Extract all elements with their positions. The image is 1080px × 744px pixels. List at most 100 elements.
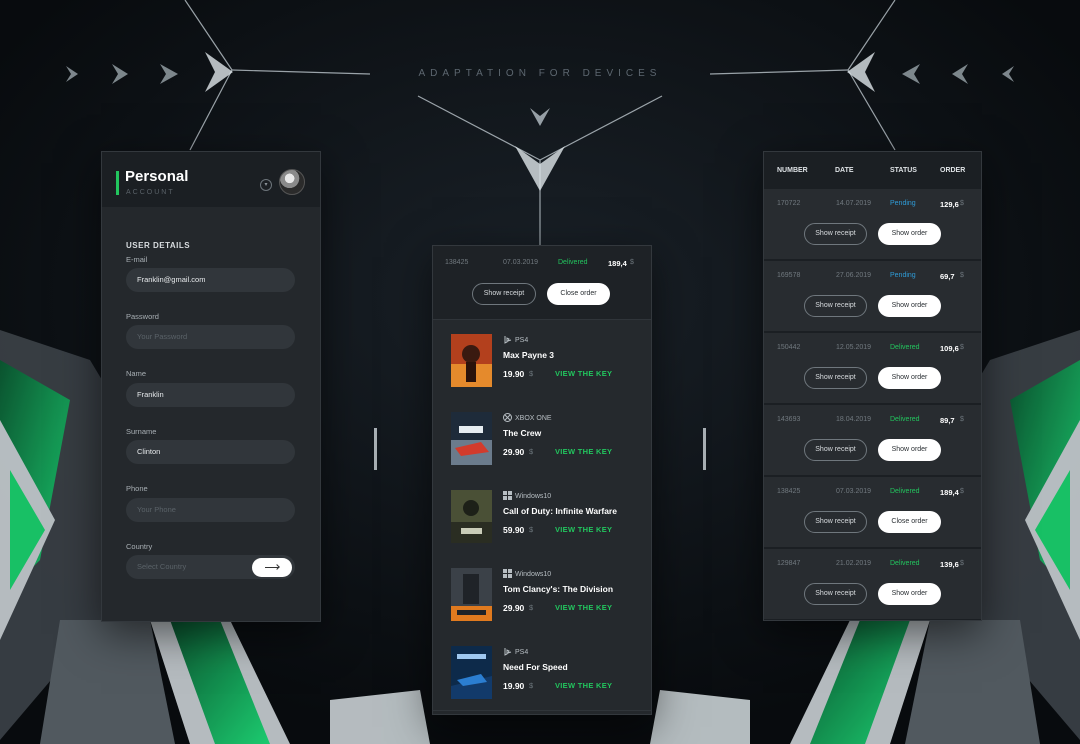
status-badge: Pending bbox=[890, 200, 916, 207]
game-item: Windows10 Tom Clancy's: The Division 29.… bbox=[433, 554, 651, 633]
xbox-icon bbox=[503, 413, 512, 422]
email-label: E-mail bbox=[126, 255, 148, 264]
game-price: 19.90 bbox=[503, 681, 525, 691]
order-amount: 189,4 bbox=[608, 259, 627, 268]
order-amount: 69,7 bbox=[940, 272, 955, 281]
table-row: 169578 27.06.2019 Pending 69,7 $ Show receipt… bbox=[764, 261, 981, 333]
game-cover bbox=[451, 646, 492, 699]
game-currency: $ bbox=[529, 603, 534, 612]
avatar[interactable] bbox=[279, 169, 305, 195]
panel-title: Personal bbox=[125, 168, 189, 185]
windows-icon bbox=[503, 569, 512, 578]
show-receipt-button[interactable]: Show receipt bbox=[804, 583, 867, 605]
order-summary: 138425 07.03.2019 Delivered 189,4 $ Show… bbox=[433, 246, 651, 320]
playstation-icon bbox=[504, 648, 512, 656]
surname-field[interactable]: Clinton bbox=[126, 440, 295, 464]
view-key-link[interactable]: VIEW THE KEY bbox=[555, 525, 612, 534]
status-badge: Delivered bbox=[890, 344, 920, 351]
show-receipt-button[interactable]: Show receipt bbox=[804, 511, 867, 533]
order-number: 129847 bbox=[777, 560, 801, 567]
game-title: Need For Speed bbox=[503, 662, 568, 672]
close-order-button[interactable]: Close order bbox=[878, 511, 941, 533]
platform-label: Windows10 bbox=[515, 571, 552, 578]
personal-account-panel: Personal ACCOUNT ▾ USER DETAILS E-mail F… bbox=[101, 151, 321, 622]
orders-panel: NUMBER DATE STATUS ORDER 170722 14.07.201… bbox=[763, 151, 982, 621]
arrow-right-icon[interactable] bbox=[252, 558, 292, 577]
status-badge: Pending bbox=[890, 272, 916, 279]
game-cover bbox=[451, 490, 492, 543]
windows-icon bbox=[503, 491, 512, 500]
view-key-link[interactable]: VIEW THE KEY bbox=[555, 603, 612, 612]
order-amount: 109,6 bbox=[940, 344, 959, 353]
order-number: 138425 bbox=[445, 259, 469, 266]
order-date: 14.07.2019 bbox=[836, 200, 872, 207]
order-amount: 189,4 bbox=[940, 488, 959, 497]
game-cover bbox=[451, 568, 492, 621]
show-order-button[interactable]: Show order bbox=[878, 223, 941, 245]
platform: Windows10 bbox=[503, 491, 551, 500]
game-currency: $ bbox=[529, 681, 534, 690]
order-number: 169578 bbox=[777, 272, 801, 279]
order-currency: $ bbox=[960, 560, 964, 567]
order-detail-panel: 138425 07.03.2019 Delivered 189,4 $ Show… bbox=[432, 245, 652, 715]
view-key-link[interactable]: VIEW THE KEY bbox=[555, 369, 612, 378]
column-header-number: NUMBER bbox=[777, 167, 808, 174]
order-number: 143693 bbox=[777, 416, 801, 423]
order-amount: 89,7 bbox=[940, 416, 955, 425]
order-currency: $ bbox=[960, 416, 964, 423]
game-title: Call of Duty: Infinite Warfare bbox=[503, 506, 617, 516]
game-price: 29.90 bbox=[503, 603, 525, 613]
download-icon[interactable]: ▾ bbox=[260, 179, 272, 191]
country-label: Country bbox=[126, 542, 153, 551]
section-title: USER DETAILS bbox=[126, 241, 191, 250]
close-order-button[interactable]: Close order bbox=[547, 283, 610, 305]
status-badge: Delivered bbox=[890, 488, 920, 495]
view-key-link[interactable]: VIEW THE KEY bbox=[555, 681, 612, 690]
order-date: 07.03.2019 bbox=[503, 259, 539, 266]
show-receipt-button[interactable]: Show receipt bbox=[804, 223, 867, 245]
game-cover bbox=[451, 334, 492, 387]
game-currency: $ bbox=[529, 525, 534, 534]
personal-header: Personal ACCOUNT ▾ bbox=[102, 152, 320, 207]
show-order-button[interactable]: Show order bbox=[878, 367, 941, 389]
platform-label: XBOX ONE bbox=[515, 415, 552, 422]
column-header-order: ORDER bbox=[940, 167, 966, 174]
order-date: 12.05.2019 bbox=[836, 344, 872, 351]
show-receipt-button[interactable]: Show receipt bbox=[472, 283, 536, 305]
game-price: 59.90 bbox=[503, 525, 525, 535]
order-status: Delivered bbox=[558, 259, 588, 266]
page-headline: ADAPTATION FOR DEVICES bbox=[418, 68, 662, 79]
game-cover bbox=[451, 412, 492, 465]
order-currency: $ bbox=[960, 200, 964, 207]
panel-subtitle: ACCOUNT bbox=[126, 189, 175, 196]
order-number: 170722 bbox=[777, 200, 801, 207]
table-row: 129847 21.02.2019 Delivered 139,6 $ Show rece… bbox=[764, 549, 981, 620]
accent-bar bbox=[116, 171, 119, 195]
column-header-status: STATUS bbox=[890, 167, 917, 174]
show-order-button[interactable]: Show order bbox=[878, 439, 941, 461]
platform-label: Windows10 bbox=[515, 493, 552, 500]
table-row: 138425 07.03.2019 Delivered 189,4 $ Show rece… bbox=[764, 477, 981, 549]
view-key-link[interactable]: VIEW THE KEY bbox=[555, 447, 612, 456]
game-currency: $ bbox=[529, 369, 534, 378]
show-receipt-button[interactable]: Show receipt bbox=[804, 367, 867, 389]
platform-label: PS4 bbox=[515, 649, 529, 656]
phone-field[interactable]: Your Phone bbox=[126, 498, 295, 522]
email-field[interactable]: Franklin@gmail.com bbox=[126, 268, 295, 292]
show-order-button[interactable]: Show order bbox=[878, 295, 941, 317]
password-field[interactable]: Your Password bbox=[126, 325, 295, 349]
table-row: 150442 12.05.2019 Delivered 109,6 $ Show rece… bbox=[764, 333, 981, 405]
show-receipt-button[interactable]: Show receipt bbox=[804, 439, 867, 461]
table-header: NUMBER DATE STATUS ORDER bbox=[764, 152, 981, 189]
name-label: Name bbox=[126, 369, 147, 378]
name-field[interactable]: Franklin bbox=[126, 383, 295, 407]
order-amount: 129,6 bbox=[940, 200, 959, 209]
show-receipt-button[interactable]: Show receipt bbox=[804, 295, 867, 317]
show-order-button[interactable]: Show order bbox=[878, 583, 941, 605]
game-price: 19.90 bbox=[503, 369, 525, 379]
table-row: 170722 14.07.2019 Pending 129,6 $ Show receip… bbox=[764, 189, 981, 261]
platform-label: PS4 bbox=[515, 337, 529, 344]
game-title: Max Payne 3 bbox=[503, 350, 555, 360]
order-date: 07.03.2019 bbox=[836, 488, 872, 495]
order-amount: 139,6 bbox=[940, 560, 959, 569]
